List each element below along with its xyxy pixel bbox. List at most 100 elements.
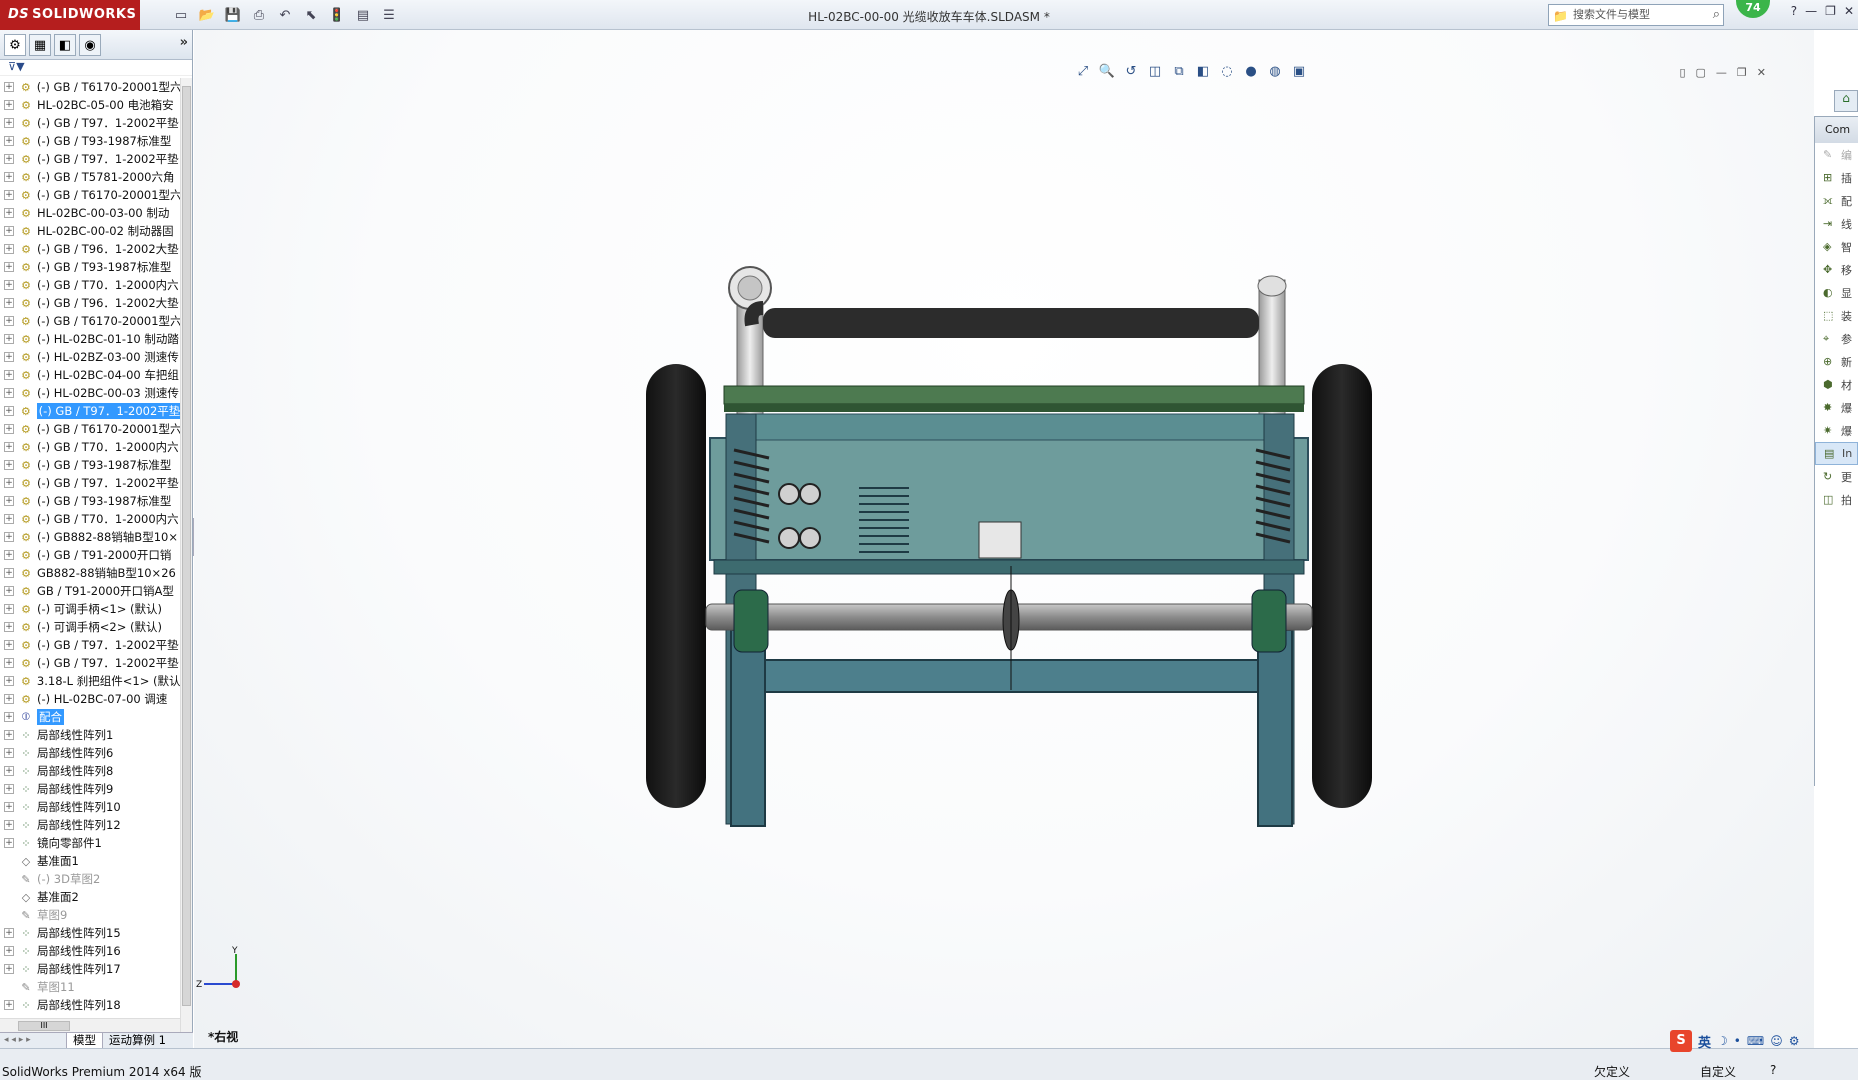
search-icon[interactable]: ⌕ <box>1713 5 1720 25</box>
expand-icon[interactable]: + <box>4 766 14 776</box>
tree-item[interactable]: ✎ 草图9 <box>0 906 180 924</box>
tree-item[interactable]: + ⚙ (-) GB / T97．1-2002平垫 <box>0 150 180 168</box>
expand-icon[interactable]: + <box>4 712 14 722</box>
tree-item[interactable]: + ⚙ (-) GB / T93-1987标准型 <box>0 456 180 474</box>
tree-item[interactable]: + ⚙ (-) GB / T6170-20001型六 <box>0 186 180 204</box>
tab-motion-study[interactable]: 运动算例 1 <box>102 1033 172 1048</box>
close-icon[interactable]: ✕ <box>1844 4 1854 18</box>
select-icon[interactable]: ⬉ <box>300 4 322 26</box>
tree-item[interactable]: + ⁘ 局部线性阵列15 <box>0 924 180 942</box>
expand-icon[interactable]: + <box>4 748 14 758</box>
expand-icon[interactable]: + <box>4 208 14 218</box>
tree-item[interactable]: + ⚙ (-) GB / T97．1-2002平垫 <box>0 636 180 654</box>
command-item[interactable]: ◐ 显 <box>1815 281 1858 304</box>
command-item[interactable]: ↻ 更 <box>1815 465 1858 488</box>
new-icon[interactable]: ▭ <box>170 4 192 26</box>
expand-icon[interactable]: + <box>4 622 14 632</box>
task-pane-home-icon[interactable]: ⌂ <box>1834 90 1858 112</box>
expand-icon[interactable]: + <box>4 496 14 506</box>
command-item[interactable]: ✸ 爆 <box>1815 396 1858 419</box>
command-item[interactable]: ⟗ 配 <box>1815 189 1858 212</box>
ime-punctuation-icon[interactable]: • <box>1734 1034 1741 1048</box>
configuration-manager-tab[interactable]: ◧ <box>54 34 76 56</box>
viewport-split2-icon[interactable]: ▢ <box>1696 66 1706 79</box>
previous-view-icon[interactable]: ↺ <box>1122 64 1140 79</box>
filter-icon[interactable]: ⊽ <box>8 60 16 73</box>
tree-item[interactable]: + ⁘ 局部线性阵列10 <box>0 798 180 816</box>
rebuild-icon[interactable]: 🚦 <box>326 4 348 26</box>
expand-icon[interactable]: + <box>4 604 14 614</box>
tree-item[interactable]: + ⚙ (-) GB / T6170-20001型六 <box>0 78 180 96</box>
expand-icon[interactable]: + <box>4 298 14 308</box>
tab-nav-arrows[interactable]: ◂ ◂ ▸ ▸ <box>0 1033 66 1048</box>
section-view-icon[interactable]: ◫ <box>1146 64 1164 79</box>
expand-icon[interactable]: + <box>4 226 14 236</box>
tree-item[interactable]: + ⚙ HL-02BC-00-02 制动器固 <box>0 222 180 240</box>
tree-item[interactable]: + ⚙ GB / T91-2000开口销A型 <box>0 582 180 600</box>
tree-item[interactable]: + ⚙ GB882-88销轴B型10×26 <box>0 564 180 582</box>
display-manager-tab[interactable]: ◉ <box>79 34 101 56</box>
tree-item[interactable]: + ⚙ (-) HL-02BZ-03-00 测速传 <box>0 348 180 366</box>
expand-icon[interactable]: + <box>4 100 14 110</box>
tree-item[interactable]: + ⚙ (-) GB / T6170-20001型六 <box>0 312 180 330</box>
expand-icon[interactable]: + <box>4 280 14 290</box>
expand-icon[interactable]: + <box>4 676 14 686</box>
tree-item[interactable]: + ⁘ 局部线性阵列9 <box>0 780 180 798</box>
solidworks-logo[interactable]: DS SOLIDWORKS <box>0 0 140 30</box>
command-item[interactable]: ◈ 智 <box>1815 235 1858 258</box>
tree-item[interactable]: ◇ 基准面2 <box>0 888 180 906</box>
expand-icon[interactable]: + <box>4 244 14 254</box>
expand-icon[interactable]: + <box>4 550 14 560</box>
tree-item[interactable]: + ⚙ HL-02BC-00-03-00 制动 <box>0 204 180 222</box>
ime-language[interactable]: 英 <box>1698 1032 1711 1051</box>
tree-item[interactable]: + ⚙ (-) HL-02BC-04-00 车把组 <box>0 366 180 384</box>
filter-dropdown-icon[interactable]: ▼ <box>16 60 24 73</box>
command-item[interactable]: ⊕ 新 <box>1815 350 1858 373</box>
help-icon[interactable]: ? <box>1791 4 1797 18</box>
tree-vertical-scrollbar[interactable] <box>180 78 192 1058</box>
expand-icon[interactable]: + <box>4 334 14 344</box>
viewport-split-icon[interactable]: ▯ <box>1679 66 1685 79</box>
expand-icon[interactable]: + <box>4 262 14 272</box>
tree-item[interactable]: + ⁘ 局部线性阵列12 <box>0 816 180 834</box>
minimize-icon[interactable]: — <box>1805 4 1817 18</box>
expand-icon[interactable]: + <box>4 442 14 452</box>
expand-icon[interactable]: + <box>4 118 14 128</box>
tree-item[interactable]: + ⚙ (-) GB882-88销轴B型10× <box>0 528 180 546</box>
expand-icon[interactable]: + <box>4 154 14 164</box>
command-item[interactable]: ⬚ 装 <box>1815 304 1858 327</box>
viewport-close-icon[interactable]: ✕ <box>1757 66 1766 79</box>
graphics-area[interactable]: ⤢ 🔍 ↺ ◫ ⧉ ◧ ◌ ● ◍ ▣ ▯ ▢ — ❐ ✕ <box>194 30 1814 1048</box>
tree-item[interactable]: ✎ 草图11 <box>0 978 180 996</box>
command-item[interactable]: ✷ 爆 <box>1815 419 1858 442</box>
command-item[interactable]: ⬢ 材 <box>1815 373 1858 396</box>
expand-icon[interactable]: + <box>4 460 14 470</box>
tree-item[interactable]: + ⚙ (-) HL-02BC-07-00 调速 <box>0 690 180 708</box>
expand-icon[interactable]: + <box>4 928 14 938</box>
tree-item[interactable]: + ⚙ (-) GB / T5781-2000六角 <box>0 168 180 186</box>
search-input[interactable]: 📁 搜索文件与模型 ⌕ <box>1548 4 1724 26</box>
command-item[interactable]: ⊞ 插 <box>1815 166 1858 189</box>
tree-item[interactable]: + ⚙ (-) GB / T97．1-2002平垫 <box>0 402 180 420</box>
command-item[interactable]: ◫ 拍 <box>1815 488 1858 511</box>
tree-item[interactable]: + ⚙ (-) GB / T93-1987标准型 <box>0 492 180 510</box>
tab-model[interactable]: 模型 <box>66 1033 102 1048</box>
expand-icon[interactable]: + <box>4 802 14 812</box>
tree-item[interactable]: + ⁘ 局部线性阵列6 <box>0 744 180 762</box>
expand-icon[interactable]: + <box>4 514 14 524</box>
expand-icon[interactable]: + <box>4 730 14 740</box>
tree-item[interactable]: + ⚙ HL-02BC-05-00 电池箱安 <box>0 96 180 114</box>
expand-icon[interactable]: + <box>4 172 14 182</box>
notification-badge[interactable]: 74 <box>1736 0 1770 18</box>
expand-icon[interactable]: + <box>4 640 14 650</box>
tree-item[interactable]: + ⚙ (-) GB / T97．1-2002平垫 <box>0 654 180 672</box>
expand-icon[interactable]: + <box>4 136 14 146</box>
restore-icon[interactable]: ❐ <box>1825 4 1836 18</box>
tree-item[interactable]: ◇ 基准面1 <box>0 852 180 870</box>
tree-item[interactable]: + ⚙ (-) GB / T93-1987标准型 <box>0 258 180 276</box>
tree-item[interactable]: + ⁘ 局部线性阵列8 <box>0 762 180 780</box>
zoom-to-fit-icon[interactable]: ⤢ <box>1074 64 1092 79</box>
expand-icon[interactable]: + <box>4 352 14 362</box>
expand-icon[interactable]: + <box>4 424 14 434</box>
display-style-icon[interactable]: ◧ <box>1194 64 1212 79</box>
